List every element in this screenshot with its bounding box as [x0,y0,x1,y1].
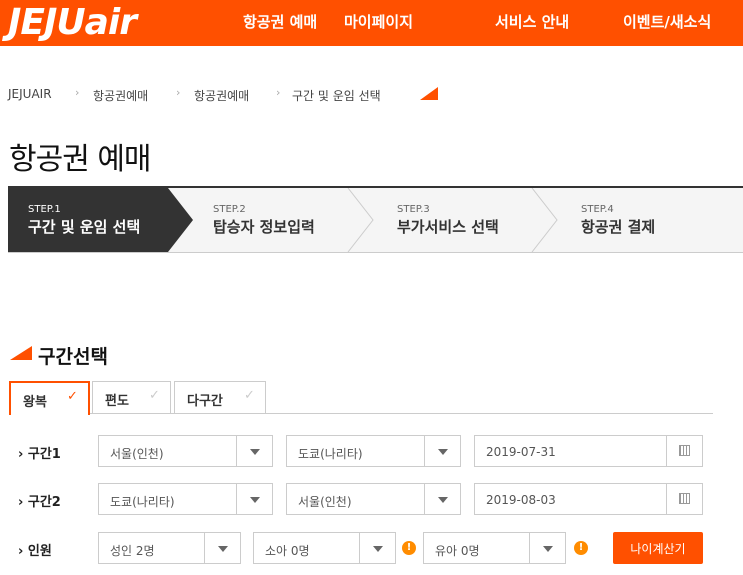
segment-1-destination-select[interactable]: 도쿄(나리타) [286,435,461,467]
calendar-icon[interactable] [666,484,702,514]
adult-count-value: 성인 2명 [110,544,155,558]
breadcrumb-separator-icon: › [75,86,80,99]
infant-count-select[interactable]: 유아 0명 [423,532,566,564]
breadcrumb-booking[interactable]: 항공권예매 [93,87,148,104]
segment-1-destination-value: 도쿄(나리타) [298,447,363,461]
chevron-down-icon [236,484,272,514]
check-icon: ✓ [244,388,255,403]
breadcrumb-separator-icon: › [176,86,181,99]
calendar-icon[interactable] [666,436,702,466]
step-4-label: 항공권 결제 [581,218,656,236]
step-4-number: STEP.4 [581,204,614,215]
segment-2-date-field[interactable]: 2019-08-03 [474,483,703,515]
step-3-number: STEP.3 [397,204,430,215]
segment-1-label: › 구간1 [18,447,61,462]
step-2: STEP.2 탑승자 정보입력 [213,188,363,252]
step-2-label: 탑승자 정보입력 [213,218,315,236]
tab-roundtrip[interactable]: 왕복 ✓ [9,381,90,415]
passengers-label: › 인원 [18,544,52,559]
step-1-number: STEP.1 [28,204,61,215]
tab-multicity-label: 다구간 [187,394,223,409]
breadcrumb-current: 구간 및 운임 선택 [292,89,381,103]
top-header: JEJUair 항공권 예매 마이페이지 서비스 안내 이벤트/새소식 [0,0,743,46]
check-icon: ✓ [67,389,78,404]
child-count-select[interactable]: 소아 0명 [253,532,396,564]
check-icon: ✓ [149,388,160,403]
age-calculator-button[interactable]: 나이계산기 [613,532,703,564]
segment-1-origin-value: 서울(인천) [110,447,164,461]
chevron-down-icon [204,533,240,563]
tab-oneway-label: 편도 [105,394,129,409]
chevron-down-icon [236,436,272,466]
section-title: 구간선택 [38,346,108,368]
step-3: STEP.3 부가서비스 선택 [397,188,547,252]
nav-mypage[interactable]: 마이페이지 [344,0,413,46]
segment-2-origin-select[interactable]: 도쿄(나리타) [98,483,273,515]
nav-events[interactable]: 이벤트/새소식 [623,0,711,46]
jejuair-logo[interactable]: JEJUair [8,2,137,44]
breadcrumb-home[interactable]: JEJUAIR [8,87,52,101]
tab-multicity[interactable]: 다구간 ✓ [174,381,266,414]
segment-1-date-field[interactable]: 2019-07-31 [474,435,703,467]
infant-info-icon[interactable]: ! [574,541,588,555]
breadcrumb-flag-icon [420,87,438,100]
step-1: STEP.1 구간 및 운임 선택 [28,188,178,252]
segment-2-destination-select[interactable]: 서울(인천) [286,483,461,515]
section-flag-icon [10,346,32,360]
step-1-label: 구간 및 운임 선택 [28,218,141,236]
adult-count-select[interactable]: 성인 2명 [98,532,241,564]
segment-1-origin-select[interactable]: 서울(인천) [98,435,273,467]
breadcrumb-booking-sub[interactable]: 항공권예매 [194,87,249,104]
page-title: 항공권 예매 [9,142,152,177]
chevron-down-icon [424,436,460,466]
chevron-down-icon [359,533,395,563]
booking-steps: STEP.1 구간 및 운임 선택 STEP.2 탑승자 정보입력 STEP.3… [8,186,743,253]
nav-service[interactable]: 서비스 안내 [495,0,569,46]
step-2-number: STEP.2 [213,204,246,215]
tab-roundtrip-label: 왕복 [23,395,47,410]
chevron-down-icon [424,484,460,514]
step-4: STEP.4 항공권 결제 [581,188,731,252]
segment-2-origin-value: 도쿄(나리타) [110,495,175,509]
breadcrumb-separator-icon: › [276,86,281,99]
nav-booking[interactable]: 항공권 예매 [243,0,317,46]
child-info-icon[interactable]: ! [402,541,416,555]
segment-2-date-value: 2019-08-03 [486,493,556,507]
step-3-label: 부가서비스 선택 [397,218,499,236]
child-count-value: 소아 0명 [265,544,310,558]
infant-count-value: 유아 0명 [435,544,480,558]
chevron-down-icon [529,533,565,563]
tab-oneway[interactable]: 편도 ✓ [92,381,171,414]
segment-2-destination-value: 서울(인천) [298,495,352,509]
segment-1-date-value: 2019-07-31 [486,445,556,459]
segment-2-label: › 구간2 [18,495,61,510]
